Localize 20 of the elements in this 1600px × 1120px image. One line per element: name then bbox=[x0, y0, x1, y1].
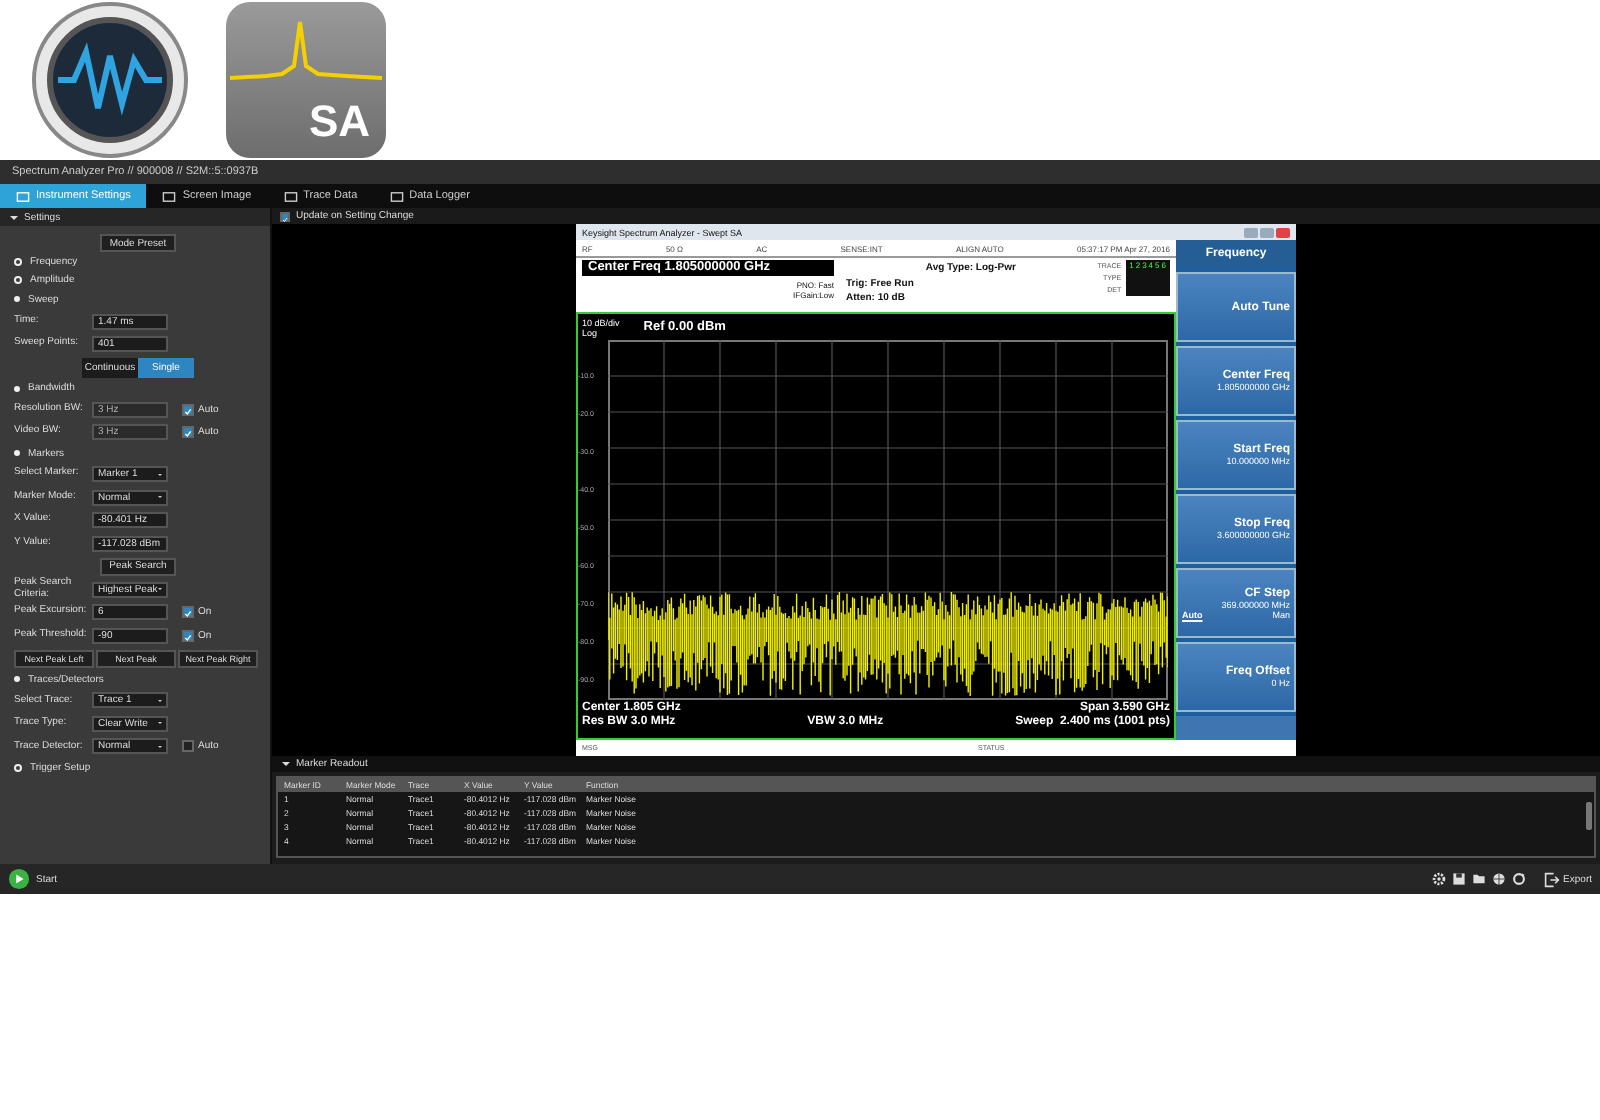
checkbox[interactable] bbox=[182, 629, 194, 642]
oscilloscope-app-icon[interactable] bbox=[30, 0, 190, 160]
app-icon-label: SA bbox=[308, 98, 370, 146]
save-icon[interactable] bbox=[1451, 872, 1466, 886]
folder-icon[interactable] bbox=[1471, 872, 1486, 886]
refresh-icon[interactable] bbox=[1511, 872, 1526, 886]
export-icon bbox=[1543, 871, 1560, 887]
scrollbar[interactable] bbox=[1586, 802, 1592, 830]
tab-icon bbox=[16, 189, 30, 203]
spectrum-analyzer-app-icon[interactable]: SA bbox=[226, 2, 386, 158]
tab-icon bbox=[162, 189, 177, 203]
checkbox[interactable] bbox=[182, 606, 194, 619]
tab-icon bbox=[389, 189, 404, 203]
settings-icon[interactable] bbox=[1431, 872, 1446, 886]
globe-icon[interactable] bbox=[1491, 872, 1506, 886]
checkbox[interactable] bbox=[182, 740, 194, 753]
tab-icon bbox=[283, 189, 298, 203]
close-icon[interactable] bbox=[1276, 227, 1290, 237]
softkey-panel-background bbox=[1176, 716, 1296, 740]
checkbox[interactable] bbox=[280, 211, 290, 221]
